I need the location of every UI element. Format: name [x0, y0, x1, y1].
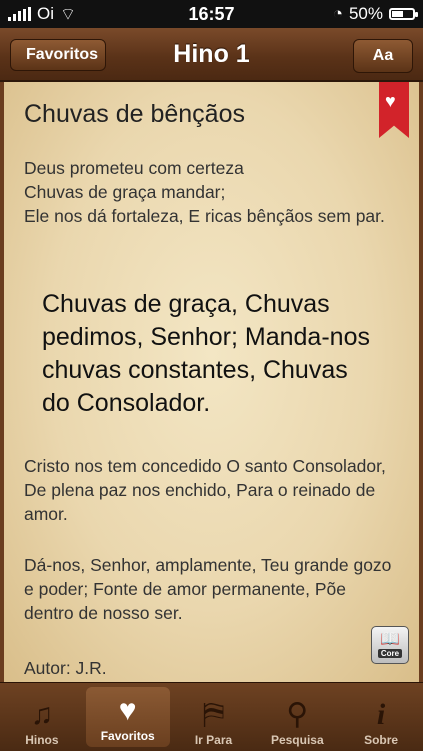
battery-icon [389, 8, 418, 20]
core-label: Core [377, 649, 403, 658]
carrier-name: Oi [37, 4, 54, 23]
hymn-content[interactable]: Chuvas de bênçãos ♥ Deus prometeu com ce… [0, 82, 423, 682]
search-icon: ⚲ [286, 698, 309, 731]
tab-label: Pesquisa [270, 733, 324, 747]
hymn-title: Chuvas de bênçãos [24, 100, 245, 128]
font-size-button[interactable]: Aa [353, 39, 413, 73]
clock-icon: ◔ [332, 4, 343, 23]
tab-ir-para[interactable]: ⛿ Ir Para [172, 683, 256, 751]
status-bar: Oi ⌔ 16:57 ◔ 50% [0, 0, 423, 28]
favorite-bookmark[interactable]: ♥ [379, 82, 409, 138]
heart-icon: ♥ [118, 694, 137, 727]
wifi-icon: ⌔ [60, 4, 76, 24]
verse-1: Deus prometeu com certeza Chuvas de graç… [24, 158, 385, 226]
signpost-icon: ⛿ [202, 698, 225, 731]
tab-sobre[interactable]: i Sobre [339, 683, 423, 751]
navigation-bar: Favoritos Hino 1 Aa [0, 28, 423, 82]
book-reader-icon: 📖 [380, 631, 400, 648]
status-right: ◔ 50% [332, 4, 418, 24]
tab-label: Ir Para [194, 733, 233, 747]
tab-label: Favoritos [100, 729, 155, 743]
info-icon: i [376, 698, 386, 731]
tab-pesquisa[interactable]: ⚲ Pesquisa [255, 683, 339, 751]
music-note-icon: ♫ [30, 698, 54, 731]
heart-icon: ♥ [385, 91, 396, 111]
battery-percent: 50% [348, 4, 383, 23]
tab-hinos[interactable]: ♫ Hinos [0, 683, 84, 751]
verse-3: Dá-nos, Senhor, amplamente, Teu grande g… [24, 555, 392, 623]
tab-bar: ♫ Hinos ♥ Favoritos ⛿ Ir Para ⚲ Pesquisa… [0, 682, 423, 751]
signal-icon [8, 7, 31, 21]
core-reader-button[interactable]: 📖 Core [371, 626, 409, 664]
chorus: Chuvas de graça, Chuvas pedimos, Senhor;… [42, 290, 370, 417]
tab-favoritos[interactable]: ♥ Favoritos [85, 687, 170, 747]
status-left: Oi ⌔ [8, 4, 76, 25]
verse-2: Cristo nos tem concedido O santo Consola… [24, 456, 386, 524]
tab-label: Sobre [364, 733, 399, 747]
author-line: Autor: J.R. [24, 658, 107, 678]
tab-label: Hinos [25, 733, 59, 747]
